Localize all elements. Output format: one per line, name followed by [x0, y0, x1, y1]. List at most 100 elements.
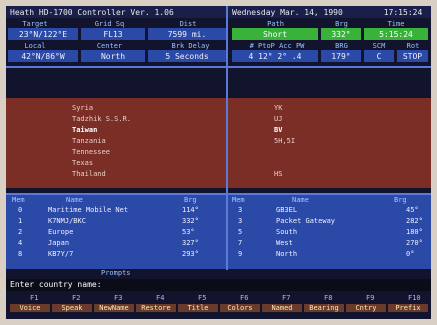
right-memory-name[interactable]: South — [276, 228, 297, 236]
terminal-screen: Heath HD-1700 Controller Ver. 1.06 Wedne… — [6, 6, 431, 319]
label-brg: Brg — [335, 19, 348, 28]
country-item[interactable]: Tennessee — [72, 148, 110, 156]
target-field[interactable]: 23°N/122°E — [8, 28, 78, 40]
right-memory-brg: 270° — [406, 239, 423, 247]
label-target: Target — [22, 19, 48, 28]
label-scm: SCM — [372, 41, 386, 50]
right-header-brg: Brg — [394, 196, 407, 204]
prompt-bar[interactable]: Enter country name: — [6, 279, 431, 291]
divider-red — [226, 98, 228, 188]
local-field[interactable]: 42°N/86°W — [8, 50, 78, 62]
left-header-name: Name — [66, 196, 83, 204]
app-title: Heath HD-1700 Controller Ver. 1.06 — [10, 7, 174, 17]
function-key-number: F10 — [408, 294, 421, 302]
left-memory-brg: 53° — [182, 228, 195, 236]
value-row-2: 42°N/86°W North 5 Seconds 4 12° 2° .4 17… — [6, 50, 431, 62]
function-key-number: F5 — [198, 294, 207, 302]
right-memory-name[interactable]: GB3EL — [276, 206, 297, 214]
grid-square-field[interactable]: FL13 — [81, 28, 145, 40]
top-labels: Target Grid Sq Dist Path Brg Time — [6, 19, 431, 28]
right-memory-brg: 45° — [406, 206, 419, 214]
right-memory-mem: 7 — [238, 239, 243, 247]
function-key-number: F9 — [366, 294, 375, 302]
function-key-restore-button[interactable]: Restore — [136, 304, 176, 312]
left-memory-brg: 293° — [182, 250, 199, 258]
function-key-number: F6 — [240, 294, 249, 302]
left-header-mem: Mem — [12, 196, 25, 204]
function-key-number: F3 — [114, 294, 123, 302]
function-key-number: F2 — [72, 294, 81, 302]
divider-top — [6, 66, 431, 68]
label-path-cols: # PtoP Acc PW — [249, 41, 305, 50]
right-memory-name[interactable]: North — [276, 250, 297, 258]
function-key-named-button[interactable]: Named — [262, 304, 302, 312]
left-memory-name[interactable]: Japan — [48, 239, 69, 247]
left-memory-name[interactable]: Maritime Mobile Net — [48, 206, 128, 214]
left-memory-brg: 327° — [182, 239, 199, 247]
right-memory-name[interactable]: Packet Gateway — [276, 217, 335, 225]
value-row-1: 23°N/122°E FL13 7599 mi. Short 332° 5:15… — [6, 28, 431, 40]
country-prefix: YK — [274, 104, 283, 112]
label-brg2: BRG — [335, 41, 348, 50]
right-header-name: Name — [292, 196, 309, 204]
function-key-newname-button[interactable]: NewName — [94, 304, 134, 312]
country-item[interactable]: Taiwan — [72, 126, 97, 134]
country-item[interactable]: Tadzhik S.S.R. — [72, 115, 131, 123]
function-key-speak-button[interactable]: Speak — [52, 304, 92, 312]
country-item[interactable]: Tanzania — [72, 137, 106, 145]
right-memory-mem: 9 — [238, 250, 243, 258]
prompt-text: Enter country name: — [10, 280, 102, 289]
function-key-number: F1 — [30, 294, 39, 302]
break-delay-field[interactable]: 5 Seconds — [148, 50, 226, 62]
right-memory-mem: 3 — [238, 217, 243, 225]
center-field[interactable]: North — [81, 50, 145, 62]
left-memory-mem: 2 — [18, 228, 23, 236]
function-key-cntry-button[interactable]: Cntry — [346, 304, 386, 312]
label-time: Time — [387, 19, 405, 28]
right-memory-brg: 0° — [406, 250, 415, 258]
scm-field[interactable]: C — [364, 50, 394, 62]
function-key-number: F7 — [282, 294, 291, 302]
function-key-number: F4 — [156, 294, 165, 302]
label-rot: Rot — [406, 41, 420, 50]
left-memory-mem: 1 — [18, 217, 23, 225]
right-header-mem: Mem — [232, 196, 245, 204]
rot-field[interactable]: STOP — [397, 50, 428, 62]
country-prefix: BV — [274, 126, 283, 134]
label-center: Center — [96, 41, 123, 50]
country-prefix: 5H,5I — [274, 137, 296, 145]
label-grid: Grid Sq — [94, 19, 125, 28]
country-panel — [6, 98, 431, 188]
mid-labels: Local Center Brk Delay # PtoP Acc PW BRG… — [6, 41, 431, 50]
label-brk-delay: Brk Delay — [171, 41, 210, 50]
right-memory-brg: 282° — [406, 217, 423, 225]
right-memory-brg: 180° — [406, 228, 423, 236]
left-memory-mem: 4 — [18, 239, 23, 247]
left-memory-name[interactable]: KB7Y/7 — [48, 250, 73, 258]
date-display: Wednesday Mar. 14, 1990 — [232, 7, 343, 17]
right-memory-mem: 5 — [238, 228, 243, 236]
label-local: Local — [24, 41, 46, 50]
path-field[interactable]: Short — [232, 28, 318, 40]
bearing2-field: 179° — [321, 50, 361, 62]
country-item[interactable]: Thailand — [72, 170, 106, 178]
function-key-voice-button[interactable]: Voice — [10, 304, 50, 312]
left-memory-name[interactable]: K7NMJ/BKC — [48, 217, 86, 225]
distance-field: 7599 mi. — [148, 28, 226, 40]
country-item[interactable]: Texas — [72, 159, 93, 167]
function-key-colors-button[interactable]: Colors — [220, 304, 260, 312]
left-memory-mem: 8 — [18, 250, 23, 258]
divider-list — [6, 193, 431, 195]
prompts-label: Prompts — [101, 269, 131, 277]
bearing-field: 332° — [321, 28, 361, 40]
country-item[interactable]: Syria — [72, 104, 93, 112]
right-memory-mem: 3 — [238, 206, 243, 214]
country-prefix: UJ — [274, 115, 283, 123]
left-memory-name[interactable]: Europe — [48, 228, 73, 236]
function-key-prefix-button[interactable]: Prefix — [388, 304, 428, 312]
left-memory-brg: 332° — [182, 217, 199, 225]
label-dist: Dist — [179, 19, 197, 28]
function-key-bearing-button[interactable]: Bearing — [304, 304, 344, 312]
right-memory-name[interactable]: West — [276, 239, 293, 247]
function-key-title-button[interactable]: Title — [178, 304, 218, 312]
